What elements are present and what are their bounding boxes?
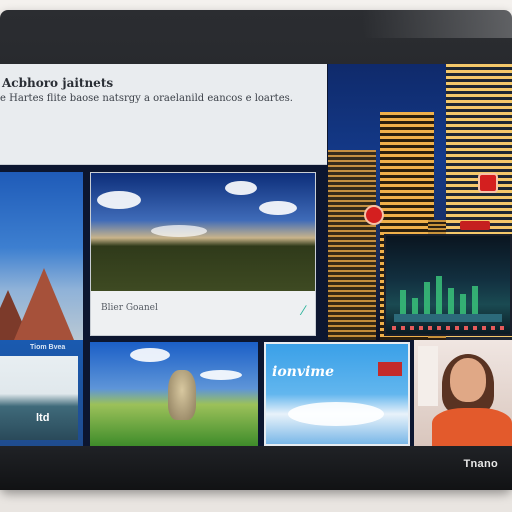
light-bar: [400, 290, 406, 316]
cloud: [259, 201, 297, 215]
cloud: [200, 370, 242, 380]
field-tile[interactable]: [90, 342, 258, 446]
status-chip: [460, 221, 490, 230]
coast-tile[interactable]: Tiom Bvea ltd: [0, 340, 83, 446]
tile-label: Tiom Bvea: [30, 344, 66, 351]
light-bar: [472, 286, 478, 316]
tile-text: ltd: [36, 412, 50, 424]
cloud: [288, 402, 384, 426]
rock-formation-tile[interactable]: [0, 172, 83, 340]
edit-icon[interactable]: ∕: [303, 303, 305, 317]
night-city-thumbnail[interactable]: [384, 234, 512, 336]
page-description: e Hartes flite baose natsrgy a oraelanil…: [0, 93, 293, 104]
person-shirt: [432, 408, 512, 446]
card-caption: Blier Goanel: [101, 303, 158, 313]
screen: Acbhoro jaitnets e Hartes flite baose na…: [0, 64, 512, 446]
waterfront: [394, 314, 502, 322]
tag-badge: [378, 362, 402, 376]
monitor-chin: [0, 446, 512, 490]
page-title: Acbhoro jaitnets: [2, 76, 114, 90]
cloud: [151, 225, 207, 237]
statue-figure: [168, 370, 196, 420]
light-bar: [460, 294, 466, 316]
hills-card[interactable]: Blier Goanel ∕: [90, 172, 316, 336]
cloud: [97, 191, 141, 209]
rock-shape: [14, 268, 74, 340]
brand-logo: Tnano: [463, 458, 498, 470]
cloud: [225, 181, 257, 195]
card-footer: Blier Goanel ∕: [91, 291, 315, 335]
person-face: [450, 358, 486, 402]
building: [328, 150, 376, 340]
notification-icon[interactable]: [478, 173, 498, 193]
tile-text: ionvime: [272, 364, 335, 380]
street-lights: [392, 326, 504, 330]
cloud: [130, 348, 170, 362]
bezel-glare: [362, 10, 512, 38]
webcam-tile[interactable]: [414, 340, 512, 446]
light-bar: [424, 282, 430, 316]
light-bar: [436, 276, 442, 316]
hills-photo: [91, 173, 315, 291]
background-lamp: [418, 346, 438, 406]
light-bar: [448, 288, 454, 316]
notification-icon[interactable]: [364, 205, 384, 225]
sky-tile[interactable]: ionvime: [264, 342, 410, 446]
coast-photo: [0, 356, 78, 440]
header-panel: Acbhoro jaitnets e Hartes flite baose na…: [0, 64, 327, 165]
